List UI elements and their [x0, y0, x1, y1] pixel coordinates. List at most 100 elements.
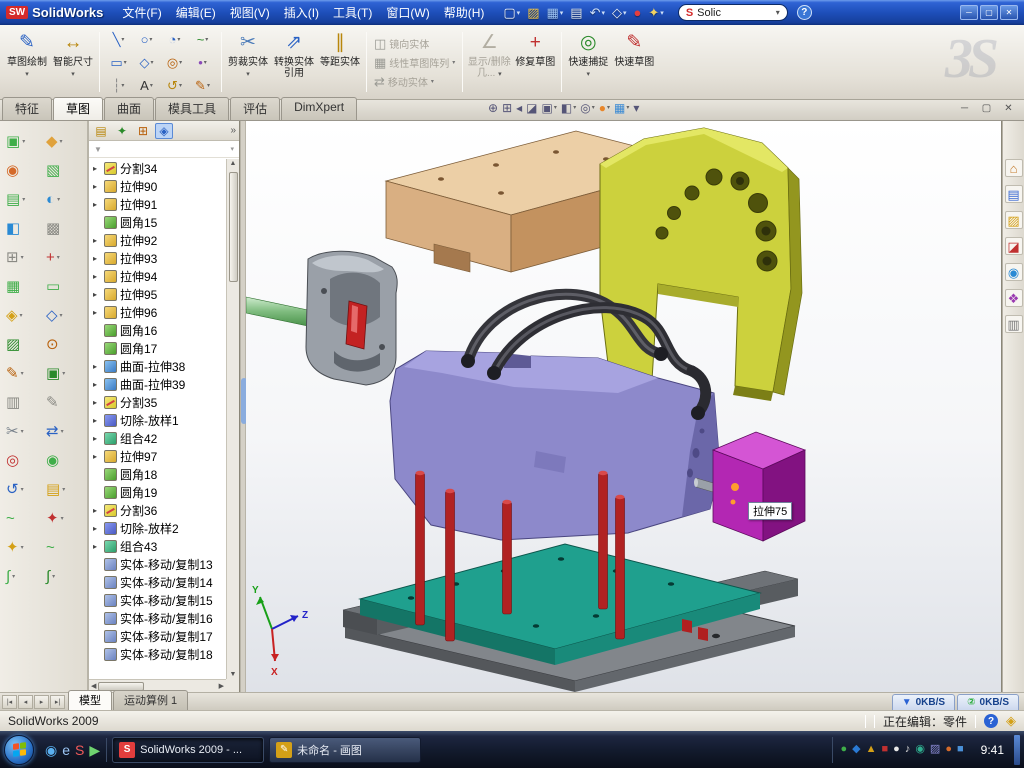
- left-tool-icon[interactable]: ▣▾: [46, 363, 65, 383]
- tree-item[interactable]: ▸ 分割35: [90, 393, 226, 411]
- arc-icon[interactable]: ◔▾: [161, 28, 188, 50]
- left-tool-icon[interactable]: ✎▾: [46, 392, 65, 412]
- left-tool-icon[interactable]: ▭▾: [46, 276, 65, 296]
- offset-entities-button[interactable]: ∥ 等距实体: [317, 28, 363, 96]
- stack-tool-button[interactable]: ▦线性草图阵列▾: [374, 55, 455, 70]
- tree-item[interactable]: ▸ 圆角15: [90, 213, 226, 231]
- left-tool-icon[interactable]: ✦▾: [46, 508, 65, 528]
- expand-arrow-icon[interactable]: ▸: [93, 182, 101, 191]
- tree-item[interactable]: ▸ 实体-移动/复制14: [90, 573, 226, 591]
- scenes-icon[interactable]: ❖: [1005, 289, 1023, 307]
- quicklaunch-solidworks-icon[interactable]: S: [75, 743, 84, 757]
- menu-item[interactable]: 编辑(E): [169, 2, 223, 23]
- left-tool-icon[interactable]: ▥▾: [6, 392, 25, 412]
- tree-item[interactable]: ▸ 实体-移动/复制16: [90, 609, 226, 627]
- expand-arrow-icon[interactable]: ▸: [93, 308, 101, 317]
- left-tool-icon[interactable]: ◧▾: [6, 218, 25, 238]
- tray-icon[interactable]: ▨: [930, 744, 940, 755]
- tree-item[interactable]: ▸ 拉伸94: [90, 267, 226, 285]
- tree-item[interactable]: ▸ 圆角16: [90, 321, 226, 339]
- line-icon[interactable]: ╲▾: [105, 28, 132, 50]
- smart-dimension-button[interactable]: ↔ 智能尺寸 ▾: [50, 28, 96, 96]
- tree-item[interactable]: ▸ 拉伸95: [90, 285, 226, 303]
- sketch-fillet-icon[interactable]: ↺▾: [161, 74, 188, 96]
- design-library-icon[interactable]: ▤: [1005, 185, 1023, 203]
- model-3d-view[interactable]: Y Z X: [246, 121, 1002, 692]
- save-icon[interactable]: ▦▾: [544, 5, 565, 20]
- commandmanager-tab[interactable]: DimXpert: [281, 97, 357, 120]
- tray-icon[interactable]: ●: [840, 744, 847, 755]
- part-holder-assembly[interactable]: [246, 251, 397, 385]
- section-view-icon[interactable]: ◪▾: [526, 102, 537, 114]
- zoom-fit-icon[interactable]: ⊕▾: [488, 102, 498, 114]
- expand-arrow-icon[interactable]: ▸: [93, 380, 101, 389]
- tab-scroll-first-button[interactable]: |◂: [2, 695, 17, 709]
- tab-scroll-prev-button[interactable]: ◂: [18, 695, 33, 709]
- minimize-button[interactable]: ─: [960, 5, 978, 20]
- stack-tool-button[interactable]: ⇄移动实体▾: [374, 74, 455, 89]
- tree-item[interactable]: ▸ 实体-移动/复制13: [90, 555, 226, 573]
- expand-arrow-icon[interactable]: ▸: [93, 416, 101, 425]
- scrollbar-thumb[interactable]: [229, 172, 238, 282]
- left-tool-icon[interactable]: ▣▾: [6, 131, 25, 151]
- undo-icon[interactable]: ↶▾: [588, 5, 607, 20]
- expand-arrow-icon[interactable]: ▸: [93, 398, 101, 407]
- options-icon[interactable]: ✦▾: [646, 5, 665, 20]
- left-tool-icon[interactable]: ◐▾: [46, 189, 65, 209]
- expand-arrow-icon[interactable]: ▸: [93, 236, 101, 245]
- expand-arrow-icon[interactable]: ▸: [93, 524, 101, 533]
- left-tool-icon[interactable]: ~▾: [46, 537, 65, 557]
- doc-close-button[interactable]: ✕: [1001, 103, 1016, 114]
- rectangle-icon[interactable]: ▭▾: [105, 51, 132, 73]
- tree-item[interactable]: ▸ 分割34: [90, 159, 226, 177]
- expand-arrow-icon[interactable]: ▸: [93, 506, 101, 515]
- spline-icon[interactable]: ~▾: [189, 28, 216, 50]
- doc-minimize-button[interactable]: ─: [957, 103, 972, 114]
- doc-restore-button[interactable]: ▢: [979, 103, 994, 114]
- ellipse-icon[interactable]: ◎▾: [161, 51, 188, 73]
- scroll-down-icon[interactable]: ▼: [230, 671, 237, 678]
- tree-item[interactable]: ▸ 切除-放样1: [90, 411, 226, 429]
- start-button[interactable]: [4, 735, 34, 765]
- tree-item[interactable]: ▸ 实体-移动/复制17: [90, 627, 226, 645]
- quicklaunch-browser-icon[interactable]: ◉: [45, 743, 57, 757]
- expand-arrow-icon[interactable]: ▸: [93, 272, 101, 281]
- close-button[interactable]: ✕: [1000, 5, 1018, 20]
- search-box[interactable]: S Solic ▾: [678, 4, 788, 21]
- view-settings-icon[interactable]: ▾▾: [633, 102, 639, 114]
- search-input[interactable]: Solic: [697, 7, 772, 19]
- left-tool-icon[interactable]: ▩▾: [46, 218, 65, 238]
- left-tool-icon[interactable]: ∫▾: [6, 566, 25, 586]
- expand-arrow-icon[interactable]: ▸: [93, 434, 101, 443]
- display-delete-relations-button[interactable]: ∠ 显示/删除几... ▾: [466, 28, 512, 96]
- left-tool-icon[interactable]: ⇄▾: [46, 421, 65, 441]
- filter-dropdown-icon[interactable]: ▾: [230, 145, 234, 153]
- left-tool-icon[interactable]: ◆▾: [46, 131, 65, 151]
- rebuild-icon[interactable]: ●▾: [632, 5, 644, 20]
- graphics-viewport[interactable]: Y Z X 拉伸75: [246, 121, 1002, 692]
- taskbar-task-button[interactable]: ✎未命名 - 画图: [269, 737, 421, 763]
- tray-icon[interactable]: ●: [893, 744, 900, 755]
- quicklaunch-media-icon[interactable]: ▶: [89, 743, 100, 757]
- scroll-right-icon[interactable]: ▶: [219, 682, 224, 690]
- tree-item[interactable]: ▸ 圆角18: [90, 465, 226, 483]
- trim-entities-button[interactable]: ✂ 剪裁实体 ▾: [225, 28, 271, 96]
- tray-icon[interactable]: ●: [945, 744, 952, 755]
- commandmanager-tab[interactable]: 特征: [2, 97, 52, 120]
- tree-item[interactable]: ▸ 拉伸92: [90, 231, 226, 249]
- tray-icon[interactable]: ▲: [866, 744, 877, 755]
- expand-arrow-icon[interactable]: ▸: [93, 164, 101, 173]
- expand-arrow-icon[interactable]: ▸: [93, 452, 101, 461]
- sketch-button[interactable]: ✎ 草图绘制 ▾: [4, 28, 50, 96]
- maximize-button[interactable]: ▢: [980, 5, 998, 20]
- expand-arrow-icon[interactable]: ▸: [93, 542, 101, 551]
- expand-arrow-icon[interactable]: ▸: [93, 254, 101, 263]
- part-yellow-yoke[interactable]: [600, 128, 802, 405]
- commandmanager-tab[interactable]: 评估: [230, 97, 280, 120]
- expand-arrow-icon[interactable]: ▸: [93, 200, 101, 209]
- filter-bar[interactable]: ▼ ▾: [89, 141, 239, 158]
- view-orientation-icon[interactable]: ▣▾: [542, 102, 557, 114]
- menu-item[interactable]: 工具(T): [326, 2, 379, 23]
- taskbar-task-button[interactable]: SSolidWorks 2009 - ...: [112, 737, 264, 763]
- expand-arrow-icon[interactable]: ▸: [93, 290, 101, 299]
